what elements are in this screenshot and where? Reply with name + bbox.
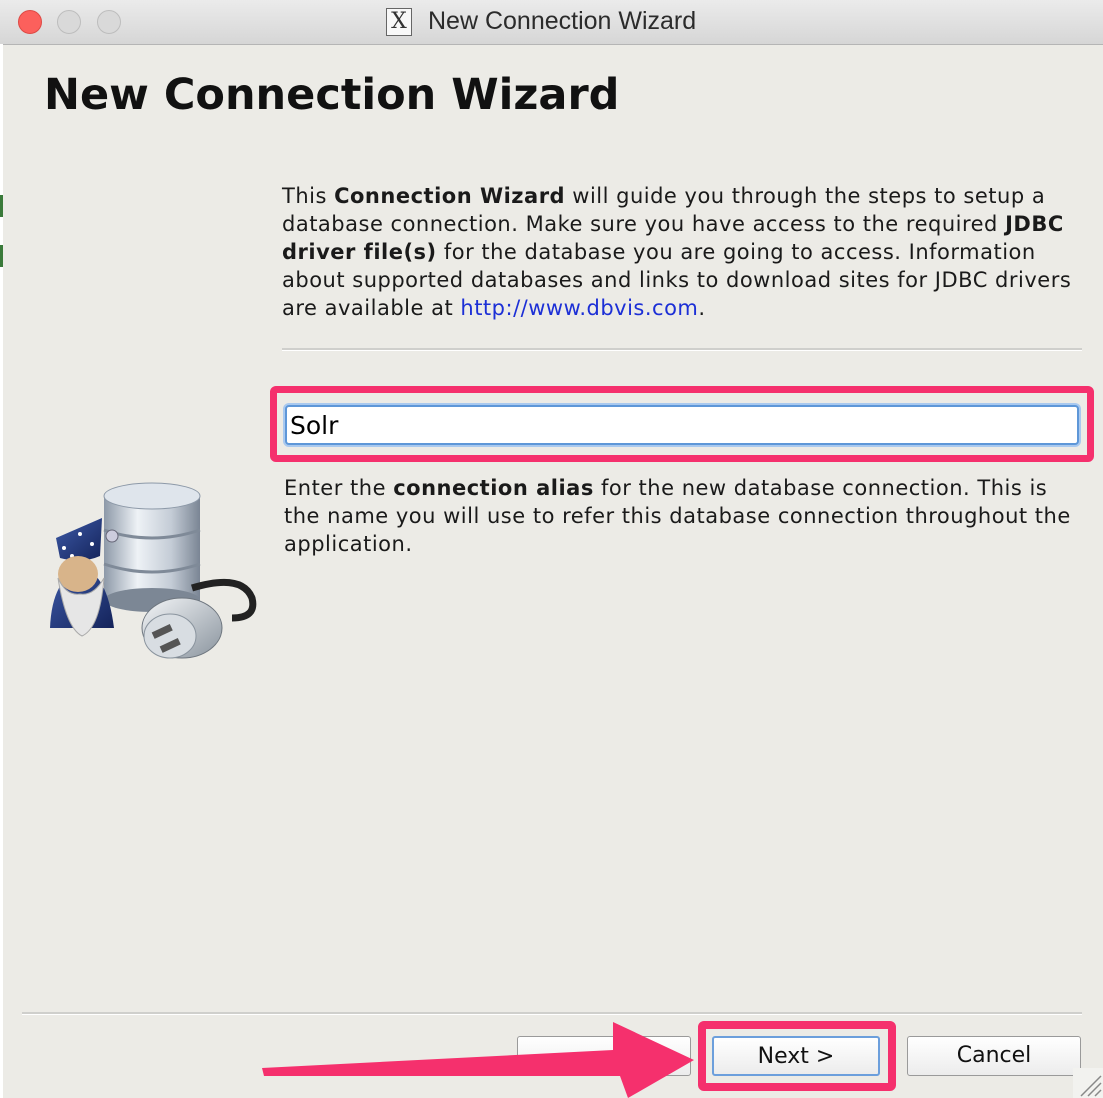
minimize-window-button[interactable] (57, 10, 81, 34)
pointer-arrow-icon (262, 1022, 694, 1098)
separator (282, 348, 1082, 351)
wizard-database-icon (50, 482, 257, 659)
resize-grip-icon[interactable] (1073, 1068, 1103, 1098)
dbvis-link[interactable]: http://www.dbvis.com (460, 296, 698, 320)
cancel-button[interactable]: Cancel (907, 1036, 1081, 1076)
page-title: New Connection Wizard (44, 70, 620, 120)
edge-mark (0, 195, 3, 217)
alias-help-text: Enter the connection alias for the new d… (284, 476, 1071, 556)
next-highlight-box (698, 1021, 896, 1091)
close-window-button[interactable] (18, 10, 42, 34)
title-bar: X New Connection Wizard (0, 0, 1103, 45)
window-title: New Connection Wizard (428, 7, 697, 35)
edge-mark (0, 245, 3, 267)
zoom-window-button[interactable] (97, 10, 121, 34)
intro-text: This Connection Wizard will guide you th… (282, 184, 1072, 320)
connection-alias-input[interactable] (285, 405, 1079, 445)
app-x11-icon: X (386, 8, 412, 36)
